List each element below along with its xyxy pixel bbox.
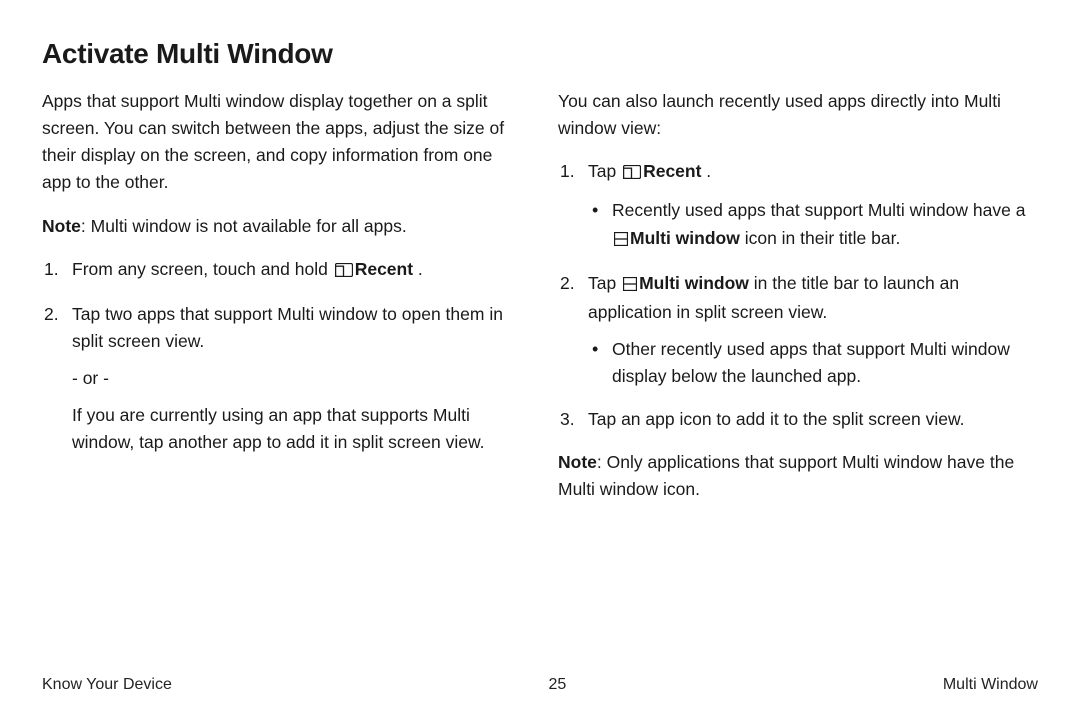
recent-icon <box>623 160 641 187</box>
recent-icon <box>335 258 353 285</box>
right-step-2: Tap Multi window in the title bar to lau… <box>558 270 1038 391</box>
bullet-item: Other recently used apps that support Mu… <box>588 336 1038 390</box>
right-step-3: Tap an app icon to add it to the split s… <box>558 406 1038 433</box>
step-text-post: . <box>701 161 711 181</box>
page-title: Activate Multi Window <box>42 38 1038 70</box>
content-columns: Apps that support Multi window display t… <box>42 88 1038 520</box>
step-text: Tap two apps that support Multi window t… <box>72 304 503 351</box>
left-steps: From any screen, touch and hold Recent .… <box>42 256 522 457</box>
step1-bullets: Recently used apps that support Multi wi… <box>588 197 1038 253</box>
footer-left: Know Your Device <box>42 676 172 694</box>
note-label: Note <box>42 216 81 236</box>
right-intro: You can also launch recently used apps d… <box>558 88 1038 142</box>
step-text-pre: Tap <box>588 273 621 293</box>
step2-bullets: Other recently used apps that support Mu… <box>588 336 1038 390</box>
bullet-text-post: icon in their title bar. <box>740 228 901 248</box>
recent-label: Recent <box>355 259 413 279</box>
left-step-2: Tap two apps that support Multi window t… <box>42 301 522 457</box>
multi-window-icon <box>623 272 637 299</box>
intro-paragraph: Apps that support Multi window display t… <box>42 88 522 197</box>
left-column: Apps that support Multi window display t… <box>42 88 522 520</box>
step-text-post: . <box>413 259 423 279</box>
right-step-1: Tap Recent . Recently used apps that sup… <box>558 158 1038 253</box>
multi-window-icon <box>614 227 628 254</box>
recent-label: Recent <box>643 161 701 181</box>
or-divider: ‑ or ‑ <box>72 365 522 392</box>
footer-page-number: 25 <box>548 676 566 694</box>
page-footer: Know Your Device 25 Multi Window <box>42 676 1038 694</box>
note-body: : Only applications that support Multi w… <box>558 452 1014 499</box>
bullet-item: Recently used apps that support Multi wi… <box>588 197 1038 253</box>
note-body: : Multi window is not available for all … <box>81 216 407 236</box>
step-text: Tap <box>588 161 621 181</box>
left-step-1: From any screen, touch and hold Recent . <box>42 256 522 285</box>
step-text: From any screen, touch and hold <box>72 259 333 279</box>
note-line: Note: Multi window is not available for … <box>42 213 522 240</box>
mw-label: Multi window <box>639 273 749 293</box>
note-label: Note <box>558 452 597 472</box>
mw-label: Multi window <box>630 228 740 248</box>
right-note: Note: Only applications that support Mul… <box>558 449 1038 503</box>
step-alt-text: If you are currently using an app that s… <box>72 402 522 456</box>
bullet-text-pre: Recently used apps that support Multi wi… <box>612 200 1025 220</box>
footer-right: Multi Window <box>943 676 1038 694</box>
right-column: You can also launch recently used apps d… <box>558 88 1038 520</box>
right-steps: Tap Recent . Recently used apps that sup… <box>558 158 1038 433</box>
